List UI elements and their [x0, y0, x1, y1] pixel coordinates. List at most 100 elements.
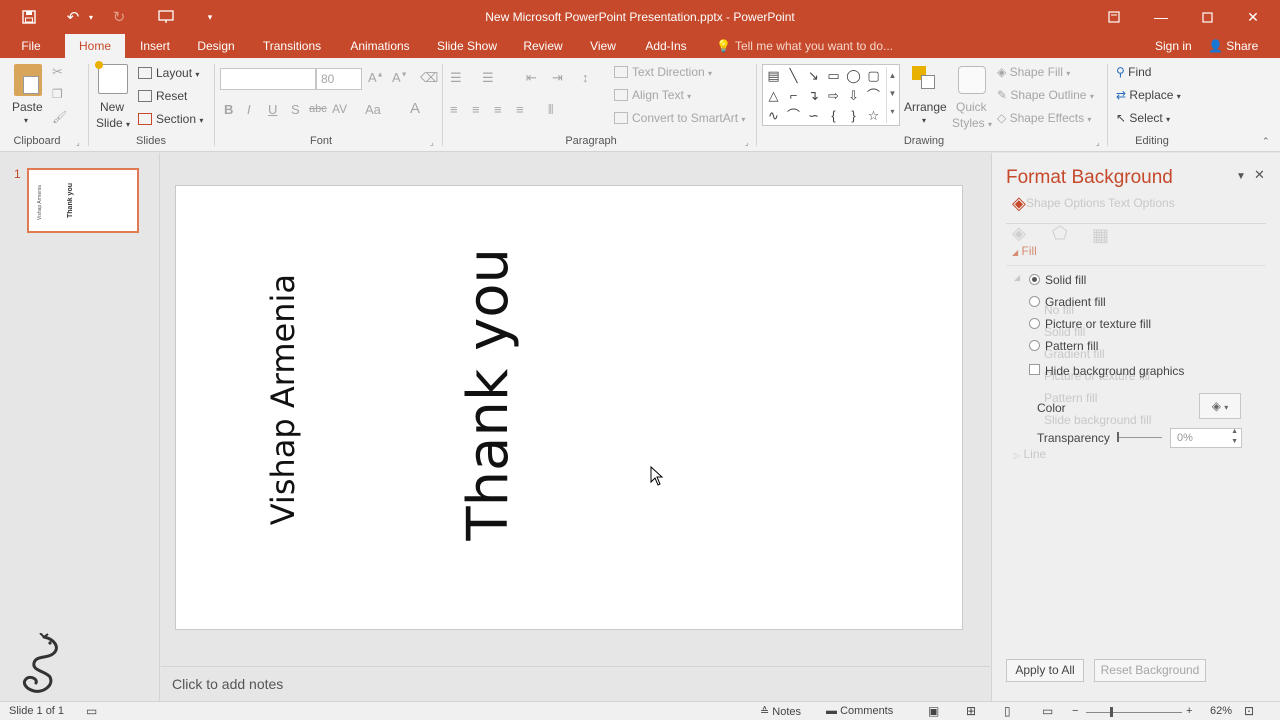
zoom-level[interactable]: 62%	[1210, 705, 1232, 717]
picture-fill-label[interactable]: Picture or texture fill	[1045, 317, 1151, 331]
radio-picture-fill[interactable]	[1029, 318, 1040, 329]
pane-close-icon[interactable]: ✕	[1254, 167, 1265, 183]
tab-design[interactable]: Design	[190, 34, 242, 58]
tab-transitions[interactable]: Transitions	[254, 34, 330, 58]
close-icon[interactable]: ✕	[1238, 6, 1268, 28]
select-button[interactable]: ↖ Select ▾	[1116, 111, 1170, 125]
zoom-out-icon[interactable]: −	[1072, 705, 1078, 717]
cut-icon[interactable]: ✂	[52, 64, 63, 80]
shape-outline-button[interactable]: ✎ Shape Outline ▾	[997, 88, 1094, 102]
slider-thumb[interactable]	[1117, 432, 1119, 442]
clipboard-launcher-icon[interactable]: ⌟	[76, 138, 80, 147]
new-slide-label[interactable]: New	[100, 100, 124, 114]
rounded-rect-shape-icon[interactable]: ▢	[865, 67, 882, 84]
tab-slide-show[interactable]: Slide Show	[430, 34, 504, 58]
arrow-shape-icon[interactable]: ↘	[805, 67, 822, 84]
elbow-connector-icon[interactable]: ⌐	[785, 87, 802, 104]
clear-formatting-icon[interactable]: ⌫	[420, 70, 438, 86]
star-shape-icon[interactable]: ☆	[865, 107, 882, 124]
elbow-arrow-icon[interactable]: ↴	[805, 87, 822, 104]
line-shape-icon[interactable]: ╲	[785, 67, 802, 84]
grow-font-icon[interactable]: A▲	[368, 70, 384, 85]
slide-text-thank-you[interactable]: Thank you	[456, 248, 521, 541]
align-right-icon[interactable]: ≡	[494, 102, 502, 117]
shapes-gallery[interactable]: ▤ ╲ ↘ ▭ ◯ ▢ △ ⌐ ↴ ⇨ ⇩ ⌒ ∿ ⌒ ∽ { } ☆ ▲ ▼ ▾	[762, 64, 900, 126]
reading-view-icon[interactable]: ▯	[1004, 704, 1011, 718]
section-button[interactable]: Section ▾	[138, 112, 203, 126]
color-picker-button[interactable]: ◈ ▾	[1199, 393, 1241, 419]
radio-solid-fill[interactable]	[1029, 274, 1040, 285]
spell-check-icon[interactable]: ▭	[86, 704, 97, 718]
justify-icon[interactable]: ≡	[516, 102, 524, 117]
arrange-button[interactable]: Arrange	[904, 100, 947, 114]
maximize-icon[interactable]	[1192, 6, 1222, 28]
change-case-button[interactable]: Aa	[365, 102, 381, 117]
font-name-combo[interactable]	[220, 68, 316, 90]
quick-styles-label[interactable]: Quick	[956, 100, 987, 114]
font-launcher-icon[interactable]: ⌟	[430, 138, 434, 147]
notes-button[interactable]: ≙ Notes	[760, 705, 801, 718]
increase-indent-icon[interactable]: ⇥	[552, 70, 563, 86]
strikethrough-button[interactable]: abc	[309, 103, 327, 115]
replace-button[interactable]: ⇄ Replace ▾	[1116, 88, 1181, 102]
ribbon-display-icon[interactable]	[1099, 6, 1129, 28]
arc-shape-icon[interactable]: ⌒	[785, 107, 802, 124]
underline-button[interactable]: U	[268, 102, 277, 117]
paragraph-launcher-icon[interactable]: ⌟	[745, 138, 749, 147]
align-left-icon[interactable]: ≡	[450, 102, 458, 117]
find-button[interactable]: ⚲ Find	[1116, 65, 1151, 79]
paste-icon[interactable]	[14, 64, 42, 96]
share-button[interactable]: 👤 Share	[1208, 34, 1258, 58]
slide-thumbnail[interactable]: Vishap Armenia Thank you	[27, 168, 139, 233]
tab-text-options[interactable]: Text Options	[1108, 196, 1175, 210]
shape-effects-button[interactable]: ◇ Shape Effects ▾	[997, 111, 1091, 125]
tab-insert[interactable]: Insert	[131, 34, 179, 58]
collapse-ribbon-icon[interactable]: ⌃	[1262, 136, 1270, 147]
gradient-fill-label[interactable]: Gradient fill	[1045, 295, 1106, 309]
radio-pattern-fill[interactable]	[1029, 340, 1040, 351]
comments-button[interactable]: ▬ Comments	[826, 705, 893, 717]
copy-icon[interactable]: ❐	[52, 87, 63, 101]
zoom-slider[interactable]	[1086, 707, 1182, 717]
character-spacing-button[interactable]: AV	[332, 102, 347, 116]
radio-gradient-fill[interactable]	[1029, 296, 1040, 307]
shapes-scroll[interactable]: ▲ ▼ ▾	[886, 67, 898, 123]
quick-styles-icon[interactable]	[958, 66, 986, 94]
tab-add-ins[interactable]: Add-Ins	[634, 34, 698, 58]
shape-fill-button[interactable]: ◈ Shape Fill ▾	[997, 65, 1070, 79]
transparency-slider[interactable]	[1117, 432, 1162, 442]
hide-bg-label[interactable]: Hide background graphics	[1045, 364, 1184, 378]
new-slide-label-2[interactable]: Slide ▾	[96, 116, 130, 130]
align-text-button[interactable]: Align Text ▾	[614, 88, 691, 102]
font-size-combo[interactable]: 80	[316, 68, 362, 90]
numbering-icon[interactable]: ☰	[482, 70, 494, 86]
zoom-slider-thumb[interactable]	[1110, 707, 1113, 717]
quick-styles-label-2[interactable]: Styles ▾	[952, 116, 992, 130]
line-section-header[interactable]: ▷ Line	[1014, 447, 1046, 461]
align-center-icon[interactable]: ≡	[472, 102, 480, 117]
tell-me-search[interactable]: 💡 Tell me what you want to do...	[716, 34, 893, 58]
bullets-icon[interactable]: ☰	[450, 70, 462, 86]
tab-animations[interactable]: Animations	[340, 34, 420, 58]
solid-fill-label[interactable]: Solid fill	[1045, 273, 1086, 287]
slide-sorter-icon[interactable]: ⊞	[966, 704, 976, 718]
slide-text-vishap[interactable]: Vishap Armenia	[264, 274, 302, 525]
transparency-input[interactable]: 0% ▲ ▼	[1170, 428, 1242, 448]
rectangle-shape-icon[interactable]: ▭	[825, 67, 842, 84]
tab-review[interactable]: Review	[514, 34, 572, 58]
scribble-shape-icon[interactable]: ∿	[765, 107, 782, 124]
picture-icon[interactable]: ▦	[1092, 225, 1109, 246]
font-color-button[interactable]: A	[410, 100, 420, 117]
notes-pane[interactable]: Click to add notes	[161, 666, 990, 701]
down-arrow-shape-icon[interactable]: ⇩	[845, 87, 862, 104]
reset-button[interactable]: Reset	[138, 89, 187, 103]
curve-shape-icon[interactable]: ∽	[805, 107, 822, 124]
convert-smartart-button[interactable]: Convert to SmartArt ▾	[614, 111, 745, 125]
textbox-shape-icon[interactable]: ▤	[765, 67, 782, 84]
tab-view[interactable]: View	[582, 34, 624, 58]
slide-canvas[interactable]: Vishap Armenia Thank you	[175, 185, 963, 630]
paste-button[interactable]: Paste	[12, 100, 43, 114]
oval-shape-icon[interactable]: ◯	[845, 67, 862, 84]
fit-slide-icon[interactable]: ⊡	[1244, 704, 1254, 718]
tab-file[interactable]: File	[10, 34, 52, 58]
